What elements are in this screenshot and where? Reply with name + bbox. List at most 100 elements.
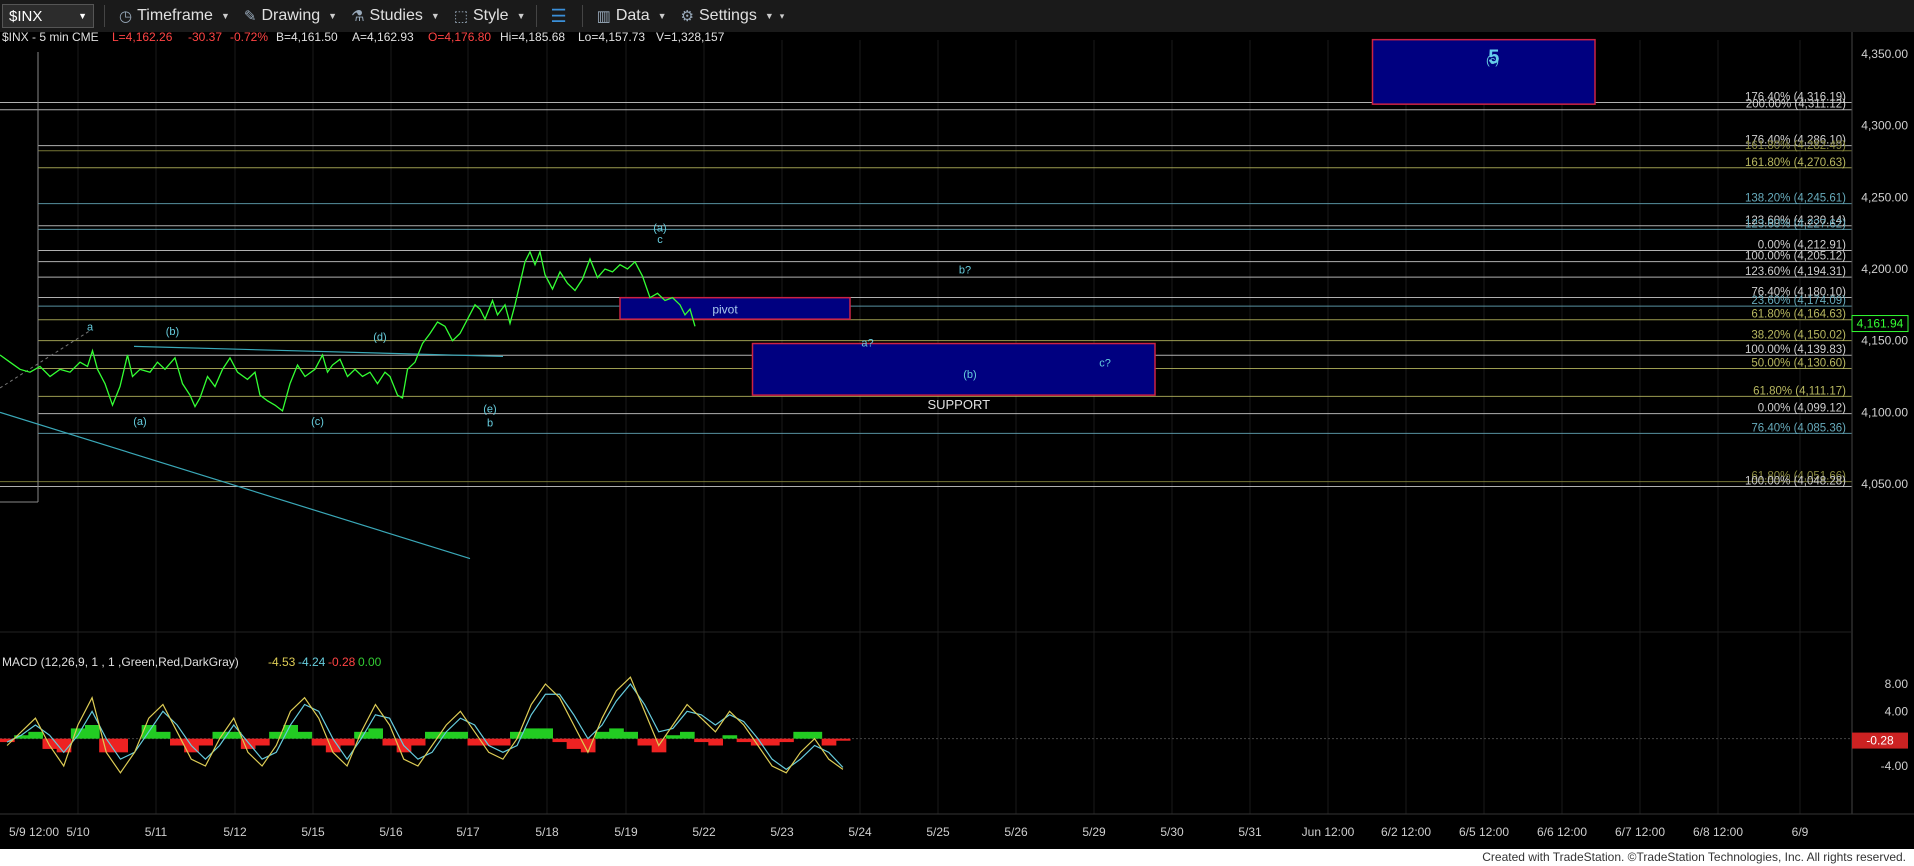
fib-label: 23.60% (4,174.09) xyxy=(1751,295,1846,307)
macd-hist-bar xyxy=(85,725,100,739)
fib-label: 161.80% (4,282.49) xyxy=(1745,140,1846,152)
toolbar-divider xyxy=(104,5,105,27)
macd-hist-bar xyxy=(283,725,298,739)
time-tick-label: 5/22 xyxy=(692,825,716,839)
macd-hist-bar xyxy=(368,728,383,739)
wave-label: a? xyxy=(861,337,873,349)
macd-hist-bar xyxy=(835,738,851,741)
fib-label: 61.80% (4,111.17) xyxy=(1753,385,1846,397)
time-tick-label: 5/25 xyxy=(926,825,950,839)
macd-hist-bar xyxy=(623,731,638,739)
price-tick-label: 4,050.00 xyxy=(1861,477,1908,491)
fib-label: 50.00% (4,130.60) xyxy=(1751,357,1846,369)
caret-icon: ▼ xyxy=(764,11,774,21)
macd-hist-bar xyxy=(198,738,213,746)
caret-icon: ▼ xyxy=(220,11,230,21)
wave-label: (e) xyxy=(483,403,496,415)
time-tick-label: 6/9 xyxy=(1792,825,1809,839)
timeframe-menu[interactable]: ◷ Timeframe ▼ xyxy=(119,7,230,25)
layout-button[interactable]: ☰ xyxy=(551,6,572,27)
macd-hist-bar xyxy=(779,738,794,743)
high-price: Hi=4,185.68 xyxy=(500,32,565,44)
time-tick-label: 5/24 xyxy=(848,825,872,839)
macd-hist-bar xyxy=(680,731,695,739)
time-tick-label: 5/31 xyxy=(1238,825,1262,839)
macd-hist-bar xyxy=(552,738,568,743)
macd-hist-bar xyxy=(255,738,270,746)
bid-price: B=4,161.50 xyxy=(276,32,338,44)
studies-menu[interactable]: ⚗ Studies ▼ xyxy=(351,7,440,25)
macd-hist-bar xyxy=(566,738,582,749)
macd-hist-bar xyxy=(637,738,653,746)
net-change: -30.37 xyxy=(188,32,222,44)
macd-hist-bar xyxy=(524,728,539,739)
data-menu[interactable]: ▥ Data ▼ xyxy=(597,7,667,25)
caret-icon: ▼ xyxy=(328,11,338,21)
fib-label: 100.00% (4,205.12) xyxy=(1745,251,1846,263)
macd-hist-bar xyxy=(722,735,738,739)
macd-hist-bar xyxy=(821,738,837,746)
macd-hist-bar xyxy=(793,731,808,739)
time-tick-label: 6/8 12:00 xyxy=(1693,825,1743,839)
macd-tick-label: 8.00 xyxy=(1885,677,1909,691)
symbol-input[interactable]: $INX ▼ xyxy=(2,4,94,28)
time-tick-label: 5/19 xyxy=(614,825,638,839)
fib-label: 123.60% (4,227.62) xyxy=(1745,218,1846,230)
time-tick-label: 6/7 12:00 xyxy=(1615,825,1665,839)
caret-icon: ▼ xyxy=(657,11,667,21)
time-tick-label: 6/6 12:00 xyxy=(1537,825,1587,839)
more-icon: ▾ xyxy=(779,10,785,21)
chart-canvas[interactable]: 176.40% (4,316.19)200.00% (4,311.12)176.… xyxy=(0,32,1914,849)
gear-icon: ⚙ xyxy=(680,8,694,25)
time-tick-label: 6/5 12:00 xyxy=(1459,825,1509,839)
price-tick-label: 4,150.00 xyxy=(1861,334,1908,348)
symbol-value: $INX xyxy=(9,7,43,25)
style-label: Style xyxy=(473,7,509,24)
macd-tick-label: -4.00 xyxy=(1881,759,1909,773)
price-tick-label: 4,100.00 xyxy=(1861,405,1908,419)
time-tick-label: 5/17 xyxy=(456,825,480,839)
target-box xyxy=(1371,38,1596,105)
settings-menu[interactable]: ⚙ Settings ▼ ▾ xyxy=(681,7,785,25)
price-tick-label: 4,250.00 xyxy=(1861,190,1908,204)
time-tick-label: 5/29 xyxy=(1082,825,1106,839)
style-menu[interactable]: ⬚ Style ▼ xyxy=(454,7,526,25)
footer: Created with TradeStation. ©TradeStation… xyxy=(0,849,1914,866)
macd-hist-bar xyxy=(495,738,511,746)
pivot-label: pivot xyxy=(712,302,738,316)
wave-label: (d) xyxy=(373,332,386,344)
macd-hist-bar xyxy=(736,738,752,743)
caret-icon: ▼ xyxy=(430,11,440,21)
macd-hist-bar xyxy=(609,728,624,739)
caret-icon: ▼ xyxy=(516,11,526,21)
macd-title: MACD (12,26,9, 1 , 1 ,Green,Red,DarkGray… xyxy=(2,655,239,669)
macd-hist-bar xyxy=(113,738,128,753)
time-tick-label: 5/30 xyxy=(1160,825,1184,839)
studies-label: Studies xyxy=(369,7,423,24)
wave-label: c xyxy=(657,234,663,246)
bar-chart-icon: ▥ xyxy=(596,8,611,25)
wave-label: a xyxy=(87,322,94,334)
last-price: L=4,162.26 xyxy=(112,32,173,44)
drawing-menu[interactable]: ✎ Drawing ▼ xyxy=(244,7,337,25)
flask-icon: ⚗ xyxy=(351,8,365,25)
time-tick-label: 5/15 xyxy=(301,825,325,839)
wave-label: b? xyxy=(959,264,971,276)
layout-icon: ☰ xyxy=(550,5,567,26)
macd-tick-label: 4.00 xyxy=(1885,704,1909,718)
fib-label: 38.20% (4,150.02) xyxy=(1751,330,1846,342)
wave-label: (a) xyxy=(133,416,146,428)
time-tick-label: 5/18 xyxy=(535,825,559,839)
clock-icon: ◷ xyxy=(119,8,133,25)
time-tick-label: 5/9 12:00 xyxy=(9,825,59,839)
time-tick-label: 5/23 xyxy=(770,825,794,839)
macd-last-label: -0.28 xyxy=(1866,734,1894,748)
macd-hist-bar xyxy=(297,731,313,739)
fib-label: 123.60% (4,194.31) xyxy=(1745,266,1846,278)
toolbar: $INX ▼ ◷ Timeframe ▼ ✎ Drawing ▼ ⚗ Studies ▼ ⬚… xyxy=(0,0,1914,33)
fib-label: 0.00% (4,099.12) xyxy=(1758,403,1846,415)
macd-legend-value: -4.53 xyxy=(268,655,296,669)
macd-hist-bar xyxy=(807,731,823,739)
ask-price: A=4,162.93 xyxy=(352,32,414,44)
time-tick-label: 5/16 xyxy=(379,825,403,839)
